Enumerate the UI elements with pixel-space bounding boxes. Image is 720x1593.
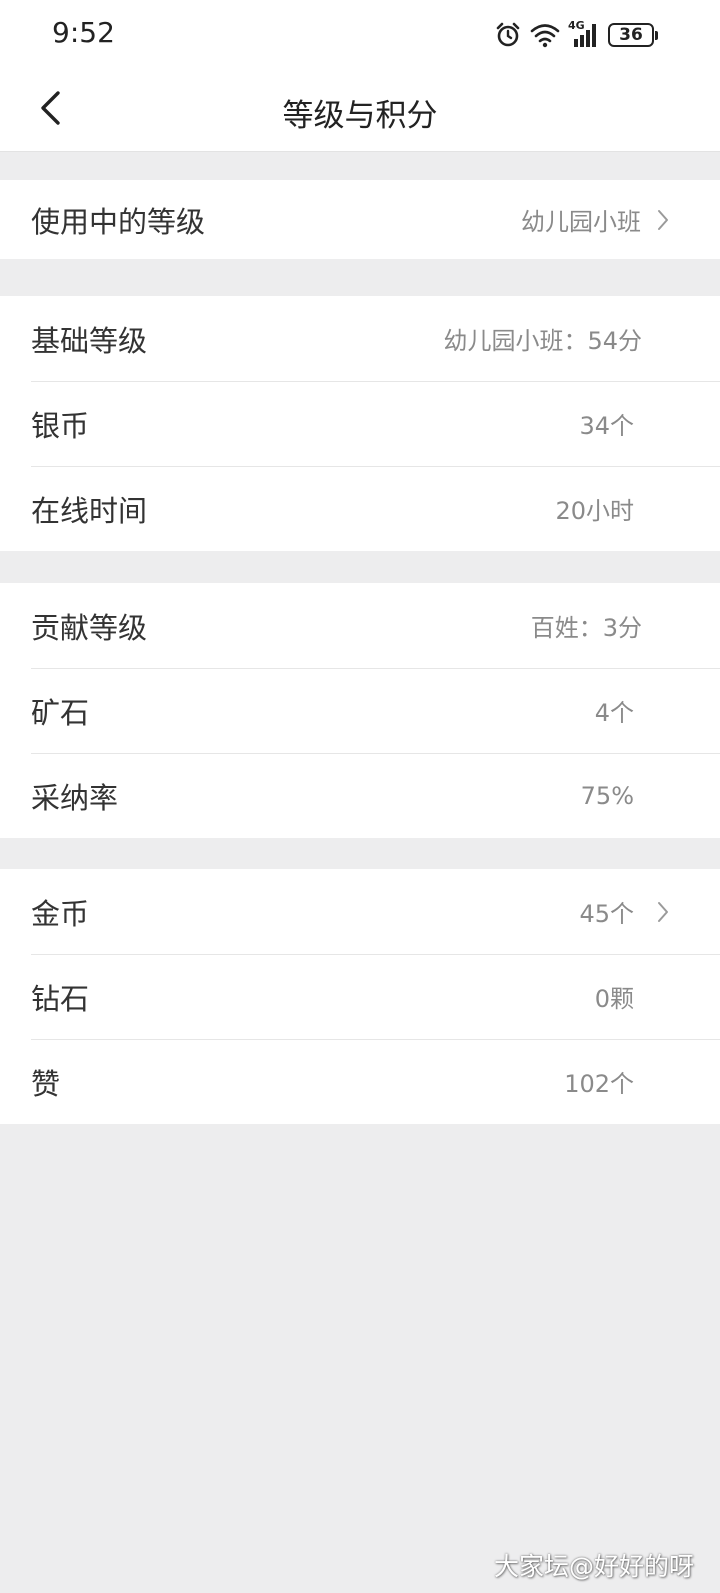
alarm-icon: [494, 21, 522, 49]
row-contribution-level: 贡献等级 百姓：3分: [0, 583, 720, 668]
row-value: 102个: [564, 1070, 634, 1098]
row-ore: 矿石 4个: [0, 668, 720, 753]
battery-icon: 36: [608, 23, 658, 47]
wifi-icon: [530, 22, 560, 48]
status-icons: 4G 36: [494, 18, 658, 52]
row-label: 在线时间: [31, 493, 148, 528]
watermark: 大家坛@好好的呀: [493, 1552, 694, 1581]
row-diamonds: 钻石 0颗: [0, 954, 720, 1039]
network-type-label: 4G: [568, 19, 585, 32]
row-current-level[interactable]: 使用中的等级 幼儿园小班: [0, 180, 720, 259]
row-value: 20小时: [555, 497, 634, 525]
row-value: 幼儿园小班：54分: [443, 327, 642, 355]
section-basic-level: 基础等级 幼儿园小班：54分 银币 34个 在线时间 20小时: [0, 296, 720, 551]
row-label: 金币: [31, 896, 90, 931]
row-label: 银币: [31, 408, 90, 443]
section-contribution-level: 贡献等级 百姓：3分 矿石 4个 采纳率 75%: [0, 583, 720, 838]
page-title: 等级与积分: [282, 98, 438, 134]
nav-bar: 等级与积分: [0, 68, 720, 152]
row-silver-coins: 银币 34个: [0, 381, 720, 466]
row-label: 基础等级: [31, 323, 148, 358]
row-value: 0颗: [594, 985, 634, 1013]
status-time: 9:52: [52, 16, 115, 49]
status-bar: 9:52 4G 36: [0, 0, 720, 68]
battery-level: 36: [619, 25, 643, 45]
chevron-right-icon: [652, 209, 674, 231]
row-value: 幼儿园小班: [521, 208, 641, 236]
section-current-level: 使用中的等级 幼儿园小班: [0, 180, 720, 259]
cellular-signal-icon: 4G: [568, 19, 600, 49]
row-label: 矿石: [31, 695, 90, 730]
row-label: 钻石: [31, 981, 90, 1016]
row-label: 贡献等级: [31, 610, 148, 645]
row-online-time: 在线时间 20小时: [0, 466, 720, 551]
row-value: 百姓：3分: [530, 614, 642, 642]
row-basic-level: 基础等级 幼儿园小班：54分: [0, 296, 720, 381]
row-value: 34个: [579, 412, 634, 440]
row-gold-coins[interactable]: 金币 45个: [0, 869, 720, 954]
row-label: 赞: [31, 1066, 61, 1101]
row-label: 使用中的等级: [31, 204, 206, 239]
row-value: 75%: [580, 781, 634, 810]
section-currency: 金币 45个 钻石 0颗 赞 102个: [0, 869, 720, 1124]
chevron-right-icon: [652, 901, 674, 923]
row-label: 采纳率: [31, 780, 119, 815]
row-value: 45个: [579, 900, 634, 928]
row-value: 4个: [594, 699, 634, 727]
row-likes: 赞 102个: [0, 1039, 720, 1124]
row-adoption-rate: 采纳率 75%: [0, 753, 720, 838]
